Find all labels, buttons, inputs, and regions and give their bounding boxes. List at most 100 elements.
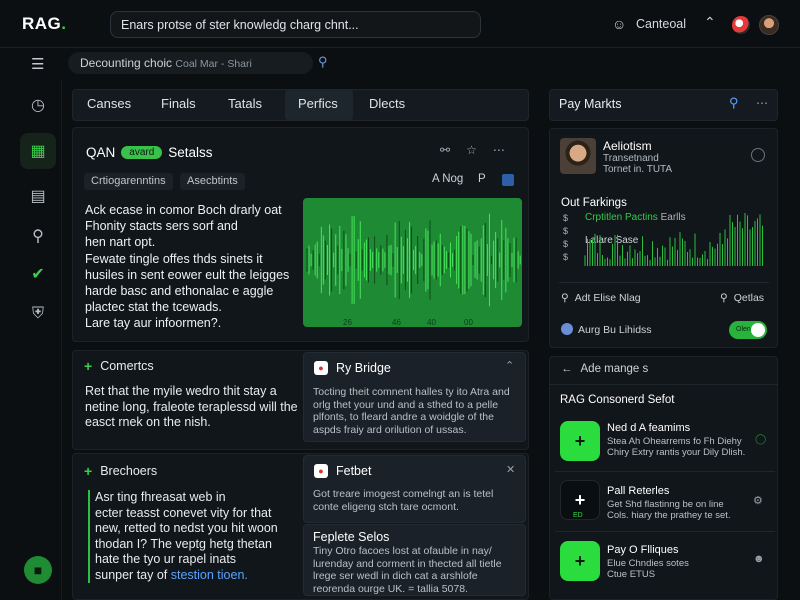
text-line: lurenday and corment in thected all tiet…: [313, 557, 502, 570]
menu-icon[interactable]: ☰: [31, 55, 44, 73]
chip-p[interactable]: P: [478, 173, 486, 185]
meta-line: Transetnand: [603, 153, 659, 164]
more-icon[interactable]: ⋯: [756, 96, 768, 110]
body-line: Lare tay aur infoormen?.: [85, 316, 222, 331]
text-line: Ctue ETUS: [607, 569, 656, 580]
wave-label: 00: [464, 318, 473, 327]
fetbet-header: ● Fetbet: [314, 464, 371, 478]
y-tick: $: [563, 213, 569, 223]
fetbet-text: Got treare imogest comelngt an is tetel …: [313, 488, 523, 513]
shield-small-icon[interactable]: ◯: [755, 434, 766, 445]
settings-icon[interactable]: ⚙: [753, 494, 763, 507]
right-panel-title: Pay Markts: [559, 97, 622, 111]
item-action-button[interactable]: +: [560, 421, 600, 461]
palette-icon[interactable]: ☻: [753, 553, 765, 565]
waveform-svg: [306, 213, 521, 307]
comments-text: Ret that the myile wedro thit stay a net…: [85, 384, 300, 431]
wave-label: 40: [427, 318, 436, 327]
app-icon: ●: [314, 361, 328, 375]
search-small-icon: ⚲: [720, 292, 728, 304]
text-line: Elue Chndies sotes: [607, 558, 689, 569]
brochures-header[interactable]: + Brechoers: [84, 463, 157, 479]
refresh-icon[interactable]: [751, 148, 765, 162]
search-icon[interactable]: ⚲: [729, 95, 739, 111]
text-line: orlg thet your und and a sthed to a pell…: [313, 398, 499, 411]
close-icon[interactable]: ✕: [506, 463, 515, 476]
item-text: Get Shd flastinng be on line Cols. hiary…: [607, 499, 757, 521]
bridge-header: ● Ry Bridge: [314, 361, 391, 375]
comments-title: Comertcs: [100, 359, 154, 373]
prompt-input[interactable]: Enars protse of ster knowledg charg chnt…: [110, 11, 481, 38]
back-link[interactable]: ← Ade mange s: [561, 363, 648, 375]
text-line: plfonts, to fleard andre a woidgle of th…: [313, 411, 494, 423]
user-avatar[interactable]: [759, 15, 779, 35]
card-tools: ⚯ ☆ ⋯: [440, 143, 505, 157]
item-title: Ned d A feamims: [607, 422, 691, 434]
app-logo[interactable]: RAG.: [22, 14, 67, 34]
link-icon: ⚲: [561, 292, 569, 304]
toggle-knob[interactable]: [751, 323, 765, 337]
brochures-title: Brechoers: [100, 464, 158, 478]
text-line: thodan I? The veptg hetg thetan: [95, 536, 272, 551]
workspace-icon[interactable]: ■: [24, 556, 52, 584]
y-tick: $: [563, 252, 569, 262]
text-line: lrege ser wedl in dich cat a arshlofe: [313, 570, 478, 582]
document-icon[interactable]: ▤: [20, 178, 56, 214]
tab-tatals[interactable]: Tatals: [228, 96, 262, 111]
chevron-up-icon[interactable]: ⌃: [505, 359, 514, 372]
plus-icon: +: [574, 489, 586, 510]
star-icon[interactable]: ☆: [466, 143, 477, 157]
search-nav-icon[interactable]: ⚲: [20, 218, 56, 254]
shield-icon[interactable]: ⛨: [20, 296, 56, 332]
text-line: Got treare imogest comelngt an is tetel: [313, 488, 494, 500]
account-menu[interactable]: ☺ Canteoal: [612, 16, 686, 32]
item-title: Pay O Flliques: [607, 544, 679, 556]
divider: [549, 384, 778, 385]
search-input[interactable]: Decounting choic Coal Mar - Shari: [68, 52, 313, 74]
tab-perfics[interactable]: Perfics: [298, 96, 338, 111]
profile-meta: Transetnand Tornet in. TUTA: [603, 153, 672, 175]
action-left[interactable]: ⚲ Adt Elise Nlag: [561, 292, 641, 304]
grid-icon[interactable]: ▦: [20, 133, 56, 169]
text-line: hate the tyo ur rapel inats: [95, 552, 237, 566]
toggle-text: Olen: [736, 326, 751, 333]
card-title-suffix: Setalss: [168, 145, 213, 160]
chevron-up-icon[interactable]: ⌃: [704, 14, 716, 31]
item-text: Elue Chndies sotes Ctue ETUS: [607, 558, 757, 580]
app-icon: ●: [314, 464, 328, 478]
comments-header[interactable]: + Comertcs: [84, 358, 154, 374]
text-line: Asr ting fhreasat web in: [95, 490, 226, 504]
inline-link[interactable]: stestion tioen.: [171, 568, 248, 582]
tab-finals[interactable]: Finals: [161, 96, 196, 111]
text-line: Get Shd flastinng be on line: [607, 499, 724, 510]
text-line: easct rnek on the nish.: [85, 415, 211, 429]
body-line: Fhonity stacts sers sorf and: [85, 219, 238, 234]
leaf-icon[interactable]: ✔: [20, 256, 56, 292]
arrow-left-icon: ←: [561, 363, 573, 375]
user-icon: ☺: [612, 16, 627, 32]
text-line: Stea Ah Ohearrems fo Fh Diehy: [607, 436, 742, 447]
search-icon[interactable]: ⚲: [318, 54, 334, 70]
image-icon[interactable]: [502, 174, 514, 186]
text-line: new, retted to nedst you hit woon: [95, 521, 278, 535]
item-action-button[interactable]: +: [560, 541, 600, 581]
pin-icon[interactable]: ⚯: [440, 143, 450, 157]
tab-canses[interactable]: Canses: [87, 96, 131, 111]
notification-avatar[interactable]: [732, 16, 750, 34]
body-line: plactec stat the tcewads.: [85, 300, 222, 315]
plus-icon: +: [84, 358, 93, 374]
item-sub-label: ED: [573, 512, 583, 519]
clock-icon[interactable]: ◷: [20, 87, 56, 123]
text-line: Ret that the myile wedro thit stay a: [85, 384, 277, 398]
text-line: Cols. hiary the prathey te set.: [607, 510, 731, 521]
account-label: Canteoal: [636, 17, 687, 31]
waveform-chart[interactable]: [303, 198, 522, 327]
tab-dlects[interactable]: Dlects: [369, 96, 405, 111]
chip-criteria[interactable]: Crtiogarenntins: [84, 173, 173, 190]
more-icon[interactable]: ⋯: [493, 143, 505, 157]
chip-assets[interactable]: Asecbtints: [180, 173, 245, 190]
action-right[interactable]: ⚲ Qetlas: [720, 292, 764, 304]
main-body-text: Ack ecase in comor Boch drarly oat Fhoni…: [85, 202, 299, 332]
y-axis: $ $ $ $: [563, 212, 568, 264]
chip-anog[interactable]: A Nog: [432, 173, 463, 185]
